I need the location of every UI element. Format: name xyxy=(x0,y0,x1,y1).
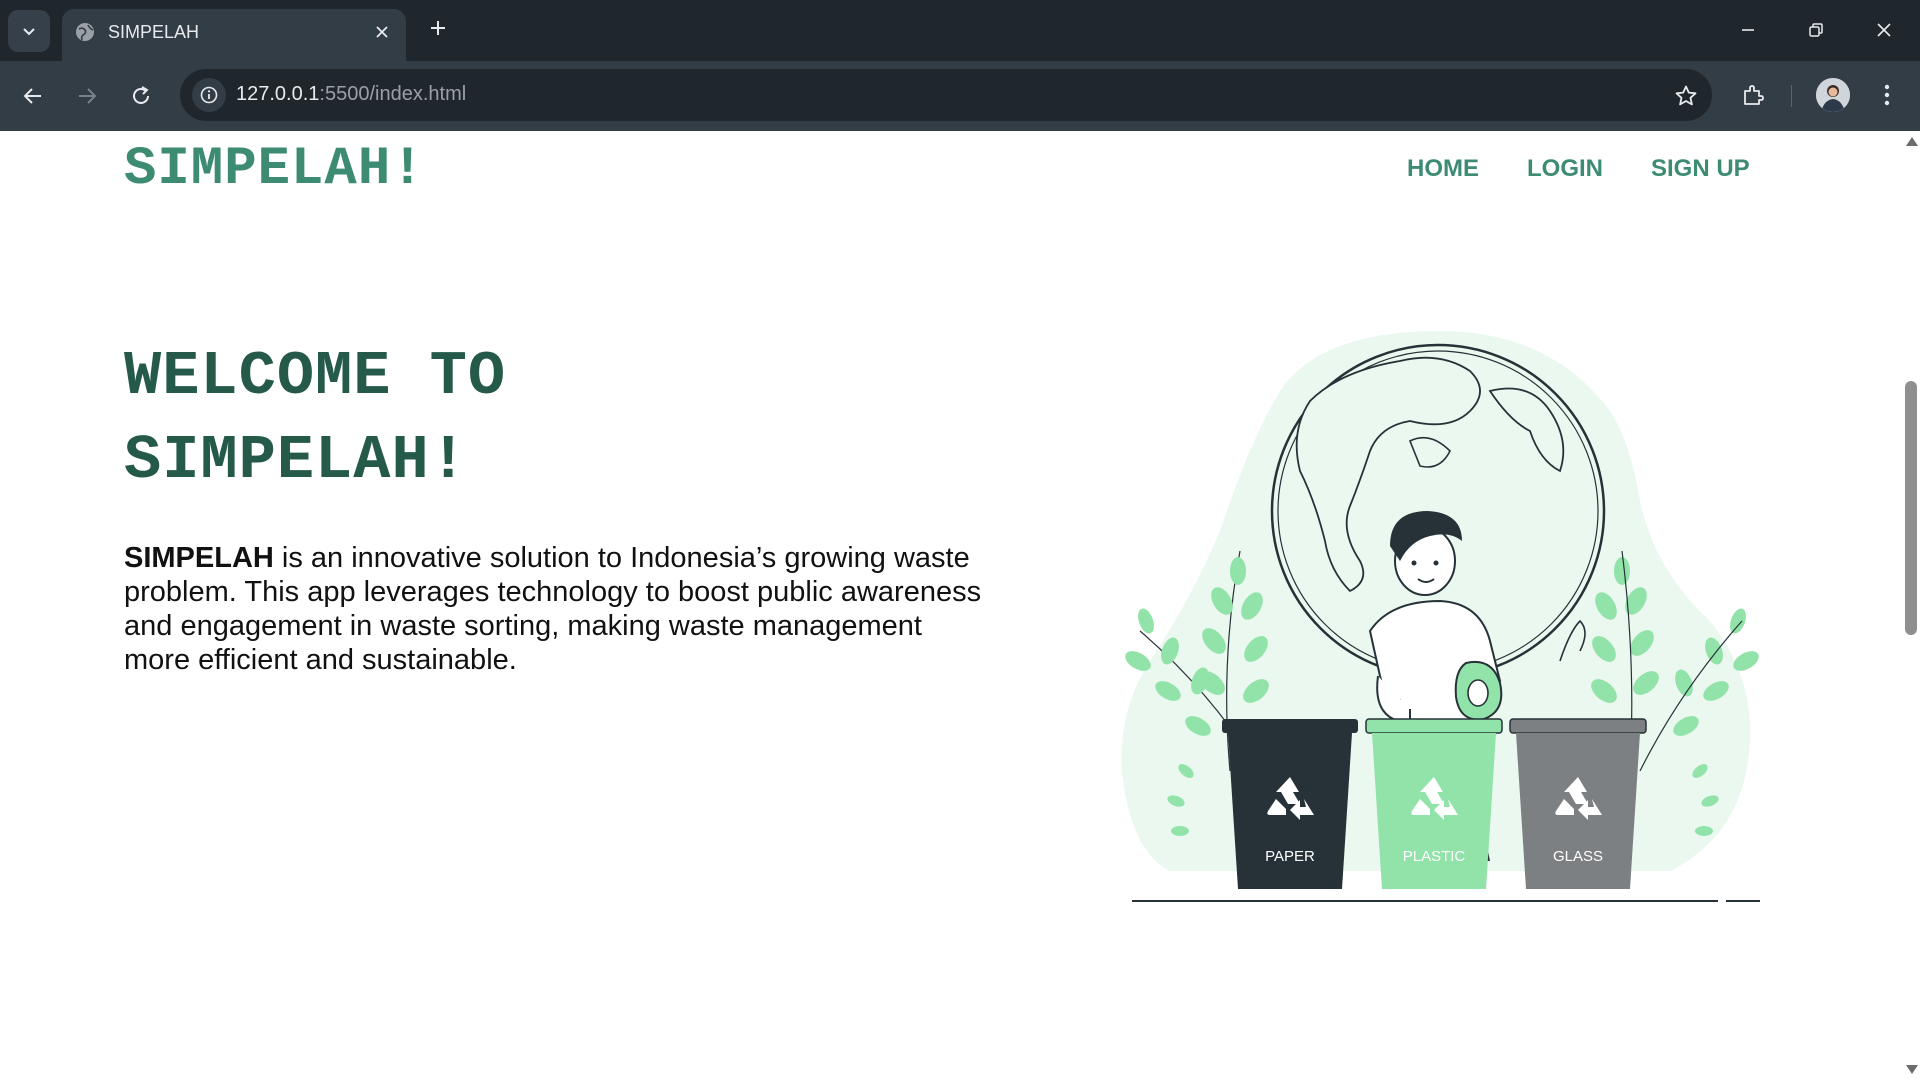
minimize-button[interactable] xyxy=(1728,12,1768,48)
minimize-icon xyxy=(1742,29,1754,31)
url-text: 127.0.0.1:5500/index.html xyxy=(236,83,466,106)
forward-icon xyxy=(79,88,97,104)
hero-title: WELCOME TO SIMPELAH! xyxy=(124,335,824,503)
toolbar-separator xyxy=(1791,85,1792,107)
hero-description: SIMPELAH is an innovative solution to In… xyxy=(124,541,984,677)
back-icon xyxy=(23,88,41,104)
chevron-down-icon xyxy=(23,28,35,36)
recycling-illustration: PAPER PLASTIC GLASS xyxy=(1121,331,1760,902)
forward-button[interactable] xyxy=(68,77,106,115)
bin-glass-label: GLASS xyxy=(1553,848,1603,865)
profile-avatar[interactable] xyxy=(1816,78,1850,112)
nav-login-link[interactable]: LOGIN xyxy=(1527,155,1603,183)
star-icon xyxy=(1675,85,1697,106)
address-bar[interactable]: 127.0.0.1:5500/index.html xyxy=(180,69,1712,121)
scroll-up-arrow[interactable] xyxy=(1906,137,1918,146)
restore-button[interactable] xyxy=(1796,12,1836,48)
plus-icon xyxy=(431,21,445,35)
page-scrollbar[interactable] xyxy=(1902,131,1920,1080)
close-icon xyxy=(1877,23,1891,37)
browser-tab-bar: SIMPELAH xyxy=(0,0,1920,61)
globe-icon xyxy=(76,23,94,41)
nav-home-link[interactable]: HOME xyxy=(1407,155,1479,183)
browser-tab-active[interactable]: SIMPELAH xyxy=(62,9,406,61)
browser-menu-button[interactable] xyxy=(1870,78,1904,112)
site-info-button[interactable] xyxy=(192,78,226,112)
tab-search-button[interactable] xyxy=(8,10,50,52)
scroll-down-arrow[interactable] xyxy=(1906,1065,1918,1074)
new-tab-button[interactable] xyxy=(424,14,452,42)
site-logo[interactable]: SIMPELAH! xyxy=(124,139,425,200)
reload-icon xyxy=(133,86,149,104)
close-icon xyxy=(376,26,388,38)
avatar-icon xyxy=(1816,78,1850,112)
extensions-icon xyxy=(1744,85,1764,105)
nav-signup-link[interactable]: SIGN UP xyxy=(1651,155,1750,183)
hero-description-brand: SIMPELAH xyxy=(124,542,274,574)
url-host: 127.0.0.1 xyxy=(236,83,320,105)
reload-button[interactable] xyxy=(122,77,160,115)
bin-paper: PAPER xyxy=(1222,719,1358,889)
scroll-thumb[interactable] xyxy=(1905,381,1917,635)
bin-plastic-label: PLASTIC xyxy=(1403,848,1466,865)
info-icon xyxy=(200,86,218,104)
bookmark-button[interactable] xyxy=(1672,82,1700,110)
bin-glass: GLASS xyxy=(1509,718,1647,889)
restore-icon xyxy=(1809,23,1823,37)
extensions-button[interactable] xyxy=(1736,78,1770,112)
tab-title: SIMPELAH xyxy=(108,22,200,42)
page-viewport: SIMPELAH! HOME LOGIN SIGN UP WELCOME TO … xyxy=(0,131,1920,1080)
hero-title-line2: SIMPELAH! xyxy=(124,425,468,496)
close-window-button[interactable] xyxy=(1864,12,1904,48)
tab-close-button[interactable] xyxy=(370,20,394,44)
browser-toolbar: 127.0.0.1:5500/index.html xyxy=(0,61,1920,131)
bin-plastic: PLASTIC xyxy=(1365,718,1503,889)
hero-title-line1: WELCOME TO xyxy=(124,341,507,412)
bin-paper-label: PAPER xyxy=(1265,848,1315,865)
kebab-menu-icon xyxy=(1884,84,1890,106)
back-button[interactable] xyxy=(14,77,52,115)
url-path: :5500/index.html xyxy=(319,83,467,105)
